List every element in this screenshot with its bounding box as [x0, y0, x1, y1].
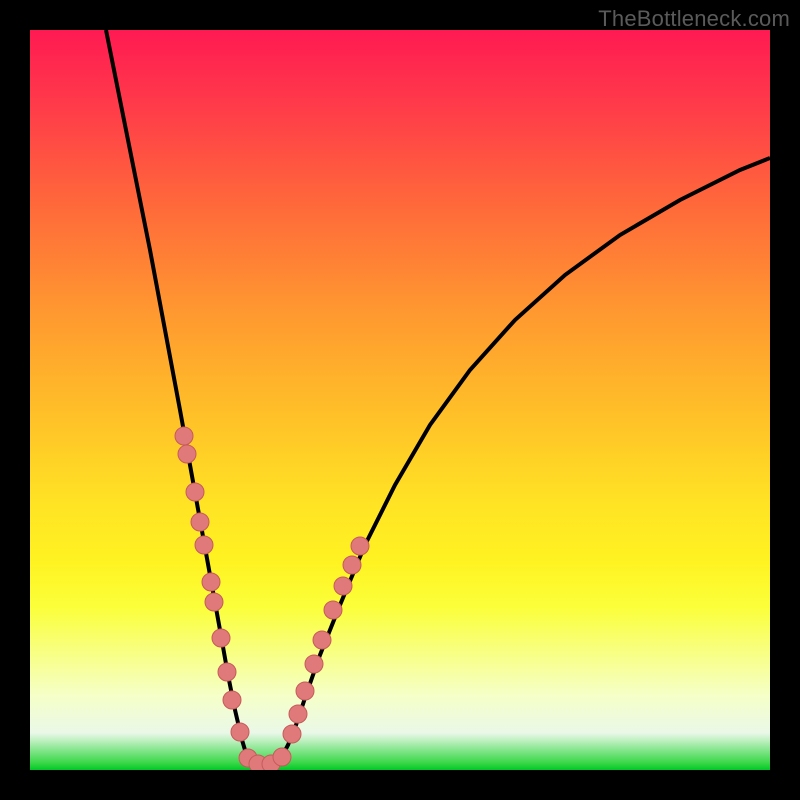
data-point-marker [283, 725, 301, 743]
watermark-text: TheBottleneck.com [598, 6, 790, 32]
data-point-marker [178, 445, 196, 463]
chart-svg [30, 30, 770, 770]
data-point-marker [205, 593, 223, 611]
data-point-marker [195, 536, 213, 554]
data-point-marker [186, 483, 204, 501]
data-point-marker [343, 556, 361, 574]
plot-area [30, 30, 770, 770]
marker-group [175, 427, 369, 770]
data-point-marker [305, 655, 323, 673]
data-point-marker [324, 601, 342, 619]
data-point-marker [231, 723, 249, 741]
data-point-marker [313, 631, 331, 649]
data-point-marker [351, 537, 369, 555]
data-point-marker [175, 427, 193, 445]
data-point-marker [191, 513, 209, 531]
data-point-marker [334, 577, 352, 595]
chart-frame: TheBottleneck.com [0, 0, 800, 800]
data-point-marker [212, 629, 230, 647]
data-point-marker [202, 573, 220, 591]
data-point-marker [296, 682, 314, 700]
data-point-marker [273, 748, 291, 766]
data-point-marker [289, 705, 307, 723]
curve-right [280, 158, 770, 760]
curve-left [106, 30, 248, 760]
curve-group [106, 30, 770, 760]
data-point-marker [223, 691, 241, 709]
data-point-marker [218, 663, 236, 681]
